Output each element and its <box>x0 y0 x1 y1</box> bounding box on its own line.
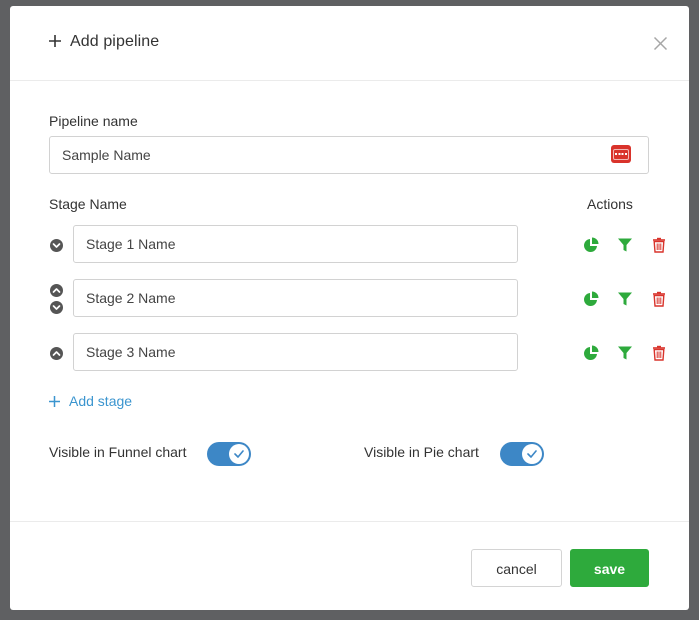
funnel-visibility-toggle[interactable] <box>207 442 251 466</box>
pie-chart-icon[interactable] <box>583 237 599 253</box>
stage-row-3 <box>10 333 689 371</box>
actions-header: Actions <box>587 196 633 212</box>
funnel-toggle-label: Visible in Funnel chart <box>49 444 187 460</box>
dialog-header: Add pipeline <box>10 6 689 81</box>
trash-icon[interactable] <box>651 237 667 253</box>
add-stage-label: Add stage <box>69 393 133 409</box>
stage-row-2 <box>10 279 689 317</box>
stage-name-input[interactable] <box>73 333 518 371</box>
chevron-up-icon <box>52 288 61 293</box>
close-icon[interactable] <box>653 36 668 51</box>
stage-name-header: Stage Name <box>49 196 127 212</box>
pie-chart-icon[interactable] <box>583 291 599 307</box>
pipeline-name-input[interactable] <box>49 136 649 174</box>
pie-chart-icon[interactable] <box>583 345 599 361</box>
plus-icon <box>49 396 60 407</box>
plus-icon <box>49 35 61 47</box>
pipeline-name-label: Pipeline name <box>49 113 138 129</box>
chevron-down-icon <box>52 243 61 248</box>
pie-toggle-label: Visible in Pie chart <box>364 444 479 460</box>
stage-row-1 <box>10 225 689 263</box>
move-down-button[interactable] <box>50 239 63 252</box>
checkmark-icon <box>234 450 244 458</box>
chevron-down-icon <box>52 305 61 310</box>
chevron-up-icon <box>52 351 61 356</box>
cancel-button[interactable]: cancel <box>471 549 562 587</box>
move-down-button[interactable] <box>50 301 63 314</box>
trash-icon[interactable] <box>651 345 667 361</box>
trash-icon[interactable] <box>651 291 667 307</box>
move-up-button[interactable] <box>50 284 63 297</box>
filter-icon[interactable] <box>617 345 633 361</box>
checkmark-icon <box>527 450 537 458</box>
stage-name-input[interactable] <box>73 279 518 317</box>
password-manager-icon[interactable] <box>611 145 631 163</box>
add-pipeline-dialog: Add pipeline Pipeline name Stage Name Ac… <box>10 6 689 610</box>
filter-icon[interactable] <box>617 291 633 307</box>
move-up-button[interactable] <box>50 347 63 360</box>
pie-visibility-toggle[interactable] <box>500 442 544 466</box>
dialog-footer: cancel save <box>10 521 689 610</box>
dialog-title: Add pipeline <box>70 33 160 50</box>
save-button[interactable]: save <box>570 549 649 587</box>
filter-icon[interactable] <box>617 237 633 253</box>
stage-name-input[interactable] <box>73 225 518 263</box>
